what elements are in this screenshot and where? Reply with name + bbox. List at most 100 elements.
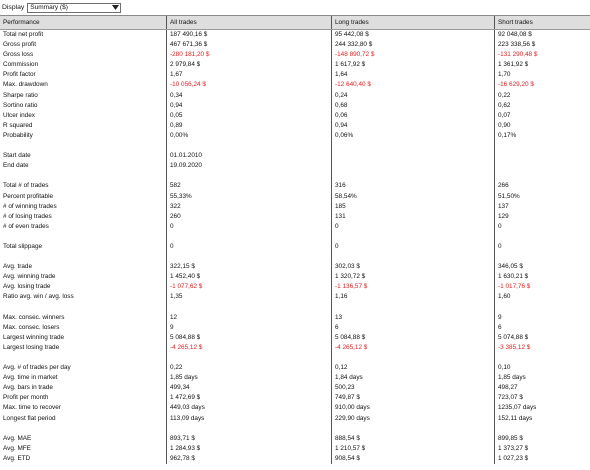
table-row[interactable]: Avg. trade 322,15 $302,03 $346,05 $ bbox=[0, 262, 590, 273]
cell-long-trades: 58,54% bbox=[331, 191, 494, 202]
cell-all-trades: 0,94 bbox=[166, 100, 331, 111]
table-row[interactable]: Max. consec. losers 9 6 6 bbox=[0, 322, 590, 333]
table-row[interactable]: Probability 0,00% 0,06% 0,17% bbox=[0, 130, 590, 142]
cell-long-trades: -1 136,57 $ bbox=[331, 282, 494, 293]
cell-short-trades: 1 027,23 $ bbox=[494, 453, 590, 465]
row-label: Profit factor bbox=[3, 71, 36, 79]
header-all-trades[interactable]: All trades bbox=[166, 16, 331, 29]
table-row[interactable]: Largest losing trade -4 265,12 $ -4 265,12… bbox=[0, 342, 590, 353]
table-row[interactable]: Largest winning trade 5 084,88 $5 084,88 … bbox=[0, 332, 590, 343]
table-row[interactable]: Max. consec. winners 12 13 9 bbox=[0, 312, 590, 323]
cell-long-trades bbox=[331, 141, 494, 152]
cell-all-trades: 19.09.2020 bbox=[166, 161, 331, 172]
table-row[interactable] bbox=[0, 423, 590, 434]
table-row[interactable]: Gross loss -280 181,20 $ -148 890,72 $ -131… bbox=[0, 50, 590, 61]
row-label: Probability bbox=[3, 131, 33, 139]
cell-all-trades bbox=[166, 141, 331, 152]
cell-long-trades: 95 442,08 $ bbox=[331, 30, 494, 41]
table-row[interactable]: Percent profitable 55,33% 58,54% 51,50% bbox=[0, 191, 590, 202]
cell-short-trades: 0 bbox=[494, 221, 590, 232]
table-row[interactable]: Start date 01.01.2010 bbox=[0, 151, 590, 162]
cell-long-trades: 1,64 bbox=[331, 70, 494, 81]
cell-all-trades bbox=[166, 423, 331, 434]
cell-short-trades: 1235,07 days bbox=[494, 403, 590, 414]
table-row[interactable]: Ratio avg. win / avg. loss 1,35 1,16 1,60 bbox=[0, 292, 590, 303]
table-row[interactable]: Total # of trades 582 316 266 bbox=[0, 181, 590, 192]
cell-short-trades bbox=[494, 423, 590, 434]
table-row[interactable]: # of even trades 0 0 0 bbox=[0, 221, 590, 232]
table-row[interactable] bbox=[0, 231, 590, 242]
header-short-trades[interactable]: Short trades bbox=[494, 16, 590, 29]
table-row[interactable] bbox=[0, 353, 590, 364]
table-row[interactable]: # of losing trades 260 131 129 bbox=[0, 211, 590, 222]
table-row[interactable]: Longest flat period 113,09 days 229,90 day… bbox=[0, 413, 590, 424]
row-label bbox=[0, 424, 166, 434]
table-row[interactable] bbox=[0, 252, 590, 263]
row-label: Longest flat period bbox=[3, 414, 56, 422]
display-select[interactable]: Summary ($) bbox=[27, 2, 122, 13]
table-row[interactable]: Avg. MAE 893,71 $888,54 $899,85 $ bbox=[0, 433, 590, 444]
cell-short-trades: 0,10 bbox=[494, 363, 590, 374]
cell-all-trades: 0,34 bbox=[166, 90, 331, 101]
cell-long-trades: 0,12 bbox=[331, 363, 494, 374]
table-row[interactable]: Avg. winning trade 1 452,40 $1 320,72 $1 … bbox=[0, 272, 590, 283]
table-row[interactable]: Sortino ratio 0,94 0,68 0,62 bbox=[0, 100, 590, 111]
cell-short-trades: 0,07 bbox=[494, 110, 590, 121]
cell-long-trades bbox=[331, 171, 494, 182]
table-row[interactable] bbox=[0, 302, 590, 313]
row-label: # of even trades bbox=[3, 222, 49, 230]
header-performance[interactable]: Performance bbox=[0, 16, 166, 29]
table-row[interactable]: Total net profit 187 490,16 $95 442,08 $9… bbox=[0, 30, 590, 41]
cell-all-trades: 2 979,84 $ bbox=[166, 60, 331, 71]
table-row[interactable]: Ulcer index 0,05 0,06 0,07 bbox=[0, 110, 590, 121]
table-row[interactable]: Total slippage 0 0 0 bbox=[0, 241, 590, 253]
table-row[interactable]: Profit per month 1 472,69 $749,87 $723,07… bbox=[0, 393, 590, 404]
table-row[interactable]: Max. time to recover 449,03 days 910,00 da… bbox=[0, 403, 590, 414]
cell-short-trades: -3 385,12 $ bbox=[494, 342, 590, 353]
table-row[interactable] bbox=[0, 171, 590, 182]
cell-all-trades: 0,00% bbox=[166, 130, 331, 142]
row-label bbox=[0, 141, 166, 151]
table-row[interactable]: Gross profit 467 671,36 $244 332,80 $223 … bbox=[0, 40, 590, 51]
table-row[interactable]: Avg. ETD 962,78 $908,54 $1 027,23 $ bbox=[0, 453, 590, 465]
row-label: Avg. winning trade bbox=[3, 273, 56, 281]
table-row[interactable]: R squared 0,89 0,94 0,90 bbox=[0, 120, 590, 131]
cell-long-trades: 1 210,57 $ bbox=[331, 443, 494, 454]
table-row[interactable]: Avg. MFE 1 284,93 $1 210,57 $1 373,27 $ bbox=[0, 443, 590, 454]
table-row[interactable]: Sharpe ratio 0,34 0,24 0,22 bbox=[0, 90, 590, 101]
cell-short-trades: 899,85 $ bbox=[494, 433, 590, 444]
cell-all-trades: 5 084,88 $ bbox=[166, 332, 331, 343]
row-label: Avg. MFE bbox=[3, 444, 31, 452]
table-row[interactable]: Avg. # of trades per day 0,22 0,12 0,10 bbox=[0, 363, 590, 374]
row-label: Max. consec. losers bbox=[3, 323, 60, 331]
table-row[interactable]: End date 19.09.2020 bbox=[0, 161, 590, 172]
row-label: Avg. trade bbox=[3, 263, 33, 271]
table-row[interactable]: Avg. losing trade -1 077,62 $ -1 136,57 $ -… bbox=[0, 282, 590, 293]
row-label bbox=[0, 232, 166, 242]
cell-long-trades: 0 bbox=[331, 221, 494, 232]
row-label: Avg. time in market bbox=[3, 374, 58, 382]
cell-all-trades: 449,03 days bbox=[166, 403, 331, 414]
row-label: R squared bbox=[3, 121, 33, 129]
cell-long-trades: 1 617,92 $ bbox=[331, 60, 494, 71]
row-label: Ulcer index bbox=[3, 111, 35, 119]
table-row[interactable]: Avg. time in market 1,85 days 1,84 days 1,8… bbox=[0, 373, 590, 384]
header-long-trades[interactable]: Long trades bbox=[331, 16, 494, 29]
cell-short-trades: 0,22 bbox=[494, 90, 590, 101]
cell-short-trades: 1 373,27 $ bbox=[494, 443, 590, 454]
row-label: Avg. ETD bbox=[3, 454, 31, 462]
cell-short-trades: 129 bbox=[494, 211, 590, 222]
table-row[interactable] bbox=[0, 141, 590, 152]
cell-short-trades: 92 048,08 $ bbox=[494, 30, 590, 41]
cell-long-trades: 0,68 bbox=[331, 100, 494, 111]
cell-long-trades bbox=[331, 161, 494, 172]
table-row[interactable]: Profit factor 1,67 1,64 1,70 bbox=[0, 70, 590, 81]
table-row[interactable]: # of winning trades 322 185 137 bbox=[0, 201, 590, 212]
table-row[interactable]: Commission 2 979,84 $1 617,92 $1 361,92 $ bbox=[0, 60, 590, 71]
table-row[interactable]: Max. drawdown -10 056,24 $ -12 640,40 $ -16… bbox=[0, 80, 590, 91]
chevron-down-icon[interactable] bbox=[110, 4, 120, 12]
row-label: Avg. MAE bbox=[3, 434, 32, 442]
row-label: Profit per month bbox=[3, 394, 49, 402]
table-row[interactable]: Avg. bars in trade 499,34 500,23 498,27 bbox=[0, 383, 590, 394]
cell-long-trades: 910,00 days bbox=[331, 403, 494, 414]
